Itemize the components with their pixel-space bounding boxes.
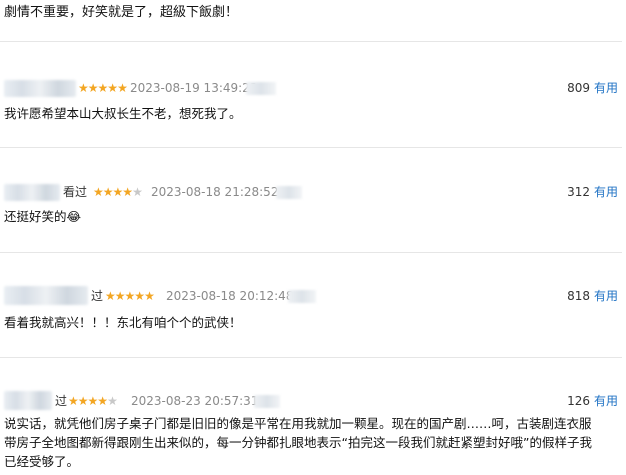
comment-time: 2023-08-23 20:57:31	[131, 394, 259, 408]
comment-item: ★★★★★ 2023-08-19 13:49:23 809 有用 我许愿希望本山大…	[0, 80, 626, 121]
previous-comment-text: 劇情不重要，好笑就是了，超級下飯劇！	[4, 5, 239, 20]
useful-button[interactable]: 有用	[594, 394, 618, 408]
useful-button[interactable]: 有用	[594, 185, 618, 199]
blurred-region	[254, 395, 280, 408]
comment-text-line: 说实话，就凭他们房子桌子门都是旧旧的像是平常在用我就加一颗星。现在的国产剧……呵…	[4, 416, 592, 431]
star-icon: ★	[107, 81, 118, 95]
comment-item: 看过 ★★★★★ 2023-08-18 21:28:52 312 有用 还挺好笑的…	[0, 184, 626, 224]
comment-text-line: 带房子全地图都新得跟刚生出来似的，每一分钟都扎眼地表示“拍完这一段我们就赶紧塑封…	[4, 435, 592, 450]
comment-text: 我许愿希望本山大叔长生不老，想死我了。	[4, 106, 242, 121]
rating-stars: ★★★★★	[68, 393, 118, 410]
comment-meta: 过 ★★★★★ 2023-08-23 20:57:31 126 有用	[0, 391, 626, 413]
star-icon: ★	[124, 289, 136, 303]
star-icon: ★	[122, 185, 133, 199]
useful-vote: 818 有用	[567, 288, 618, 305]
useful-vote: 312 有用	[567, 184, 618, 201]
star-icon: ★	[97, 81, 109, 95]
rating-stars: ★★★★★	[105, 288, 155, 305]
comment-text: 看着我就高兴！！！东北有咱个个的武侠！	[4, 315, 242, 330]
star-icon: ★	[144, 289, 155, 303]
star-icon: ★	[117, 81, 128, 95]
star-icon: ★	[68, 394, 79, 408]
blurred-username	[4, 184, 60, 201]
star-icon: ★	[87, 394, 99, 408]
comment-text-line: 已经受够了。	[4, 454, 80, 469]
comment-meta: 过 ★★★★★ 2023-08-18 20:12:48 818 有用	[0, 286, 626, 308]
useful-count: 818	[567, 289, 590, 303]
comment-item: 过 ★★★★★ 2023-08-23 20:57:31 126 有用 说实话，就凭…	[0, 391, 626, 469]
comment-text: 还挺好笑的😂	[4, 209, 82, 224]
watched-label: 过	[55, 394, 68, 408]
watched-label: 看过	[63, 185, 88, 199]
star-icon: ★	[112, 185, 124, 199]
useful-count: 809	[567, 81, 590, 95]
star-icon: ★	[78, 81, 89, 95]
useful-button[interactable]: 有用	[594, 289, 618, 303]
star-icon: ★	[132, 185, 143, 199]
star-icon: ★	[114, 289, 126, 303]
comment-time: 2023-08-18 20:12:48	[166, 289, 294, 303]
rating-stars: ★★★★★	[93, 184, 143, 201]
useful-count: 126	[567, 394, 590, 408]
star-icon: ★	[93, 185, 104, 199]
star-icon: ★	[102, 185, 114, 199]
comment-item: 过 ★★★★★ 2023-08-18 20:12:48 818 有用 看着我就高兴…	[0, 286, 626, 330]
star-icon: ★	[97, 394, 108, 408]
star-icon: ★	[134, 289, 145, 303]
useful-count: 312	[567, 185, 590, 199]
useful-button[interactable]: 有用	[594, 81, 618, 95]
blurred-region	[276, 186, 302, 199]
blurred-region	[246, 82, 276, 95]
comment-meta: 看过 ★★★★★ 2023-08-18 21:28:52 312 有用	[0, 184, 626, 204]
divider	[0, 252, 622, 253]
comment-time: 2023-08-19 13:49:23	[130, 81, 258, 95]
star-icon: ★	[87, 81, 99, 95]
divider	[0, 41, 622, 42]
rating-stars: ★★★★★	[78, 80, 128, 97]
divider	[0, 357, 622, 358]
comment-time: 2023-08-18 21:28:52	[151, 185, 279, 199]
comment-meta: ★★★★★ 2023-08-19 13:49:23 809 有用	[0, 80, 626, 100]
useful-vote: 126 有用	[567, 393, 618, 410]
blurred-username	[4, 391, 52, 410]
star-icon: ★	[105, 289, 116, 303]
divider	[0, 147, 622, 148]
blurred-username	[4, 80, 76, 97]
watched-label: 过	[91, 289, 104, 303]
blurred-username	[4, 286, 88, 305]
useful-vote: 809 有用	[567, 80, 618, 97]
star-icon: ★	[107, 394, 118, 408]
comment-text: 说实话，就凭他们房子桌子门都是旧旧的像是平常在用我就加一颗星。现在的国产剧……呵…	[4, 414, 614, 471]
blurred-region	[288, 290, 316, 303]
star-icon: ★	[77, 394, 89, 408]
